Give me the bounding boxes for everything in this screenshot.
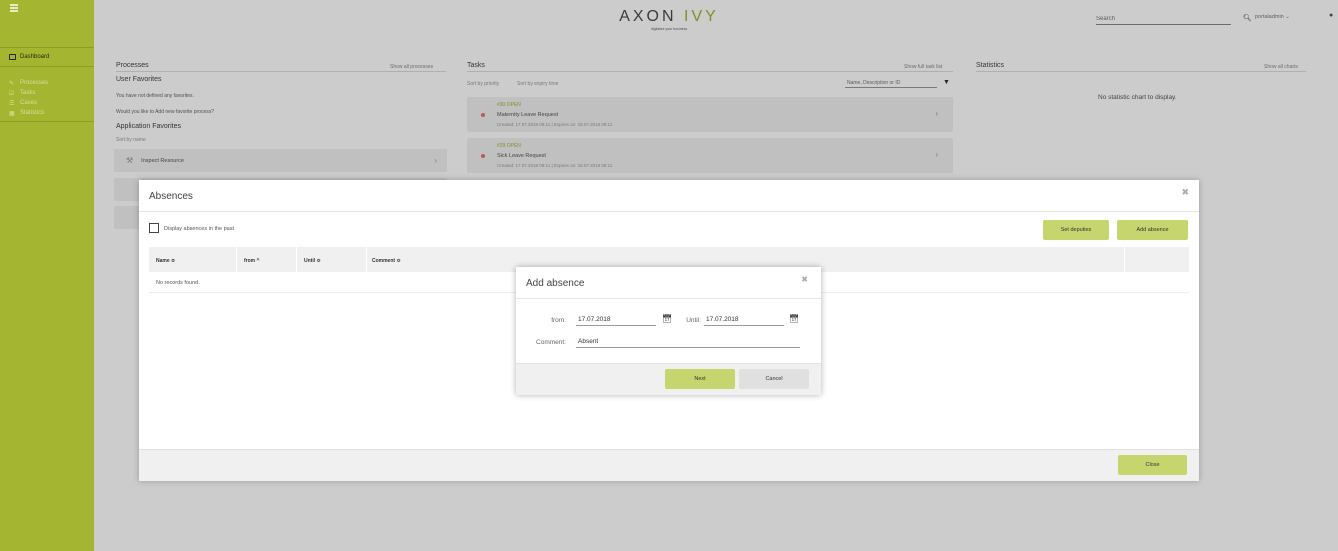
sidebar-item-label: Dashboard	[20, 54, 50, 60]
sidebar-item-cases[interactable]: ☰ Cases	[0, 98, 94, 108]
divider	[1124, 247, 1125, 272]
add-absence-button[interactable]: Add absence	[1117, 220, 1188, 240]
sidebar: Dashboard ✎ Processes ☑ Tasks ☰ Cases ▦ Stat…	[0, 0, 94, 551]
dialog-title: Add absence	[526, 278, 585, 289]
calendar-icon[interactable]: 📅︎	[789, 314, 799, 323]
list-icon: ☰	[9, 100, 15, 107]
cancel-button[interactable]: Cancel	[739, 369, 809, 389]
divider	[236, 247, 237, 272]
comment-label: Comment:	[536, 339, 566, 346]
column-header-comment[interactable]: Comment ≎	[372, 258, 401, 264]
pencil-icon: ✎	[9, 80, 15, 87]
sidebar-item-label: Cases	[20, 100, 38, 106]
next-button[interactable]: Next	[665, 369, 735, 389]
set-deputies-button[interactable]: Set deputies	[1043, 220, 1109, 240]
close-button[interactable]: Close	[1118, 455, 1187, 475]
column-header-from[interactable]: from ^	[244, 258, 259, 264]
no-records-text: No records found.	[156, 280, 200, 286]
from-date-input[interactable]	[576, 314, 656, 326]
sidebar-item-dashboard[interactable]: Dashboard	[0, 47, 94, 67]
close-icon[interactable]: ✖	[801, 275, 808, 284]
dashboard-icon	[9, 54, 16, 60]
divider	[296, 247, 297, 272]
display-past-label: Display absences in the past	[164, 226, 235, 232]
until-label: Until:	[686, 317, 701, 324]
column-header-until[interactable]: Until ≎	[304, 258, 321, 264]
column-header-name[interactable]: Name ≎	[156, 258, 175, 264]
divider	[366, 247, 367, 272]
divider	[516, 298, 821, 299]
display-past-checkbox[interactable]	[149, 223, 159, 233]
dialog-footer: Close	[139, 450, 1199, 481]
sidebar-item-processes[interactable]: ✎ Processes	[0, 78, 94, 88]
check-square-icon: ☑	[9, 90, 15, 97]
from-label: from:	[551, 317, 566, 324]
sidebar-item-tasks[interactable]: ☑ Tasks	[0, 88, 94, 98]
add-absence-dialog: Add absence ✖ from: 📅︎ Until: 📅︎ Comment…	[516, 267, 821, 395]
close-icon[interactable]: ✖	[1181, 187, 1189, 198]
sidebar-item-label: Statistics	[20, 110, 45, 116]
sidebar-menu: ✎ Processes ☑ Tasks ☰ Cases ▦ Statistics	[0, 78, 94, 122]
divider	[139, 211, 1199, 212]
comment-input[interactable]	[576, 336, 800, 348]
sidebar-item-label: Processes	[20, 80, 49, 86]
calendar-icon[interactable]: 📅︎	[662, 314, 672, 323]
dialog-title: Absences	[149, 191, 193, 202]
calendar-icon: ▦	[9, 110, 15, 117]
sidebar-item-label: Tasks	[20, 90, 36, 96]
dialog-footer: Next Cancel	[516, 363, 821, 395]
until-date-input[interactable]	[704, 314, 784, 326]
sidebar-item-statistics[interactable]: ▦ Statistics	[0, 108, 94, 118]
